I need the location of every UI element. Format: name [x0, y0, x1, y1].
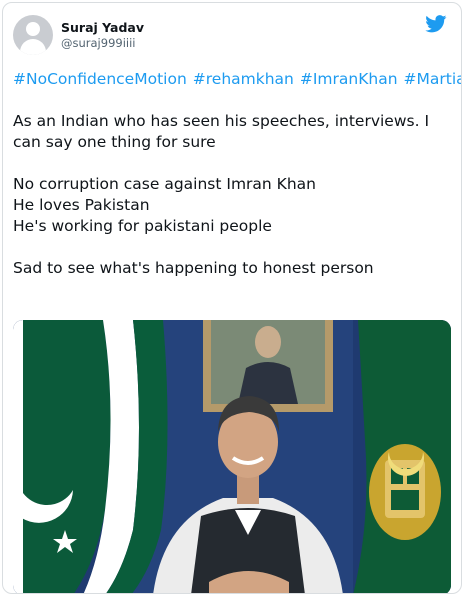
left-flag-white-strip — [13, 320, 23, 593]
avatar[interactable] — [13, 15, 53, 55]
avatar-head-shape — [26, 22, 40, 36]
tweet-card: Suraj Yadav @suraj999iiii #NoConfidenceM… — [2, 2, 462, 594]
tweet-body: #NoConfidenceMotion #rehamkhan #ImranKhan #… — [13, 69, 461, 279]
tweet-header: Suraj Yadav @suraj999iiii — [13, 15, 144, 55]
twitter-bird-icon[interactable] — [425, 15, 447, 33]
photo-illustration — [13, 320, 451, 593]
hashtag-link[interactable]: #rehamkhan — [193, 70, 294, 88]
author-display-name[interactable]: Suraj Yadav — [61, 20, 144, 36]
hashtag-list: #NoConfidenceMotion #rehamkhan #ImranKhan #… — [13, 69, 461, 90]
tweet-line: No corruption case against Imran Khan — [13, 175, 316, 193]
hashtag-link[interactable]: #Martial_law — [404, 70, 461, 88]
hashtag-link[interactable]: #ImranKhan — [300, 70, 398, 88]
avatar-body-shape — [20, 39, 46, 55]
author-handle[interactable]: @suraj999iiii — [61, 36, 144, 51]
tweet-line: He's working for pakistani people — [13, 217, 272, 235]
author-info: Suraj Yadav @suraj999iiii — [61, 20, 144, 51]
portrait-face — [255, 326, 281, 358]
emblem-shield-section — [391, 490, 419, 510]
tweet-paragraph: As an Indian who has seen his speeches, … — [13, 112, 430, 151]
tweet-closing: Sad to see what's happening to honest pe… — [13, 259, 374, 277]
tweet-photo[interactable] — [13, 320, 451, 593]
hashtag-link[interactable]: #NoConfidenceMotion — [13, 70, 187, 88]
tweet-line: He loves Pakistan — [13, 196, 150, 214]
